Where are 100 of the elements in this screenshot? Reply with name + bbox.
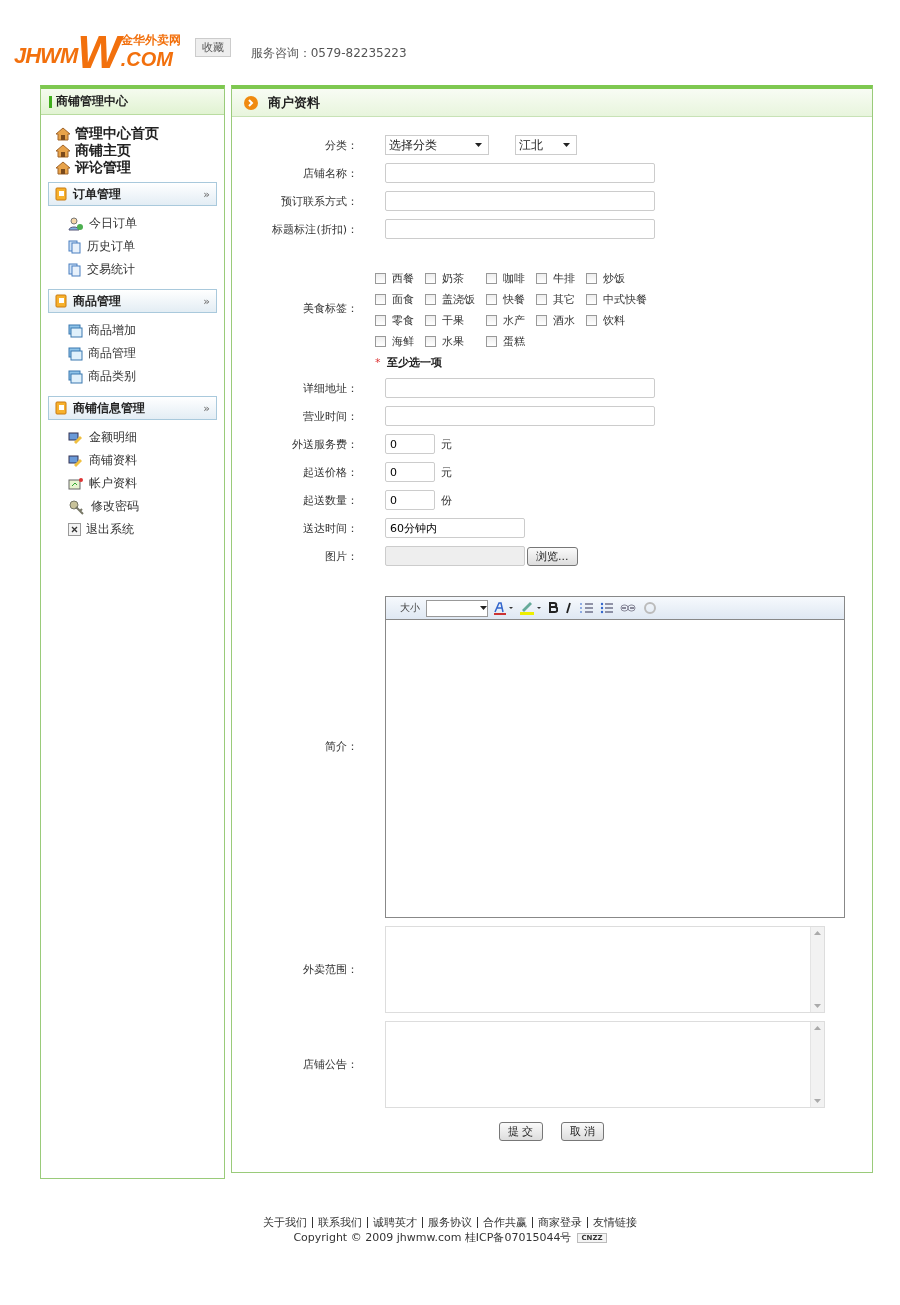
select-field[interactable]: 选择分类: [385, 135, 489, 155]
tag-checkbox[interactable]: 西餐: [375, 271, 425, 286]
group-title: 商品管理: [73, 292, 122, 310]
font-color-icon[interactable]: [494, 601, 514, 615]
cancel-button[interactable]: 取 消: [560, 1122, 604, 1141]
tag-checkbox[interactable]: 盖浇饭: [425, 292, 486, 307]
footer-link[interactable]: 友情链接: [587, 1217, 642, 1228]
form-label: 预订联系方式：: [280, 193, 358, 209]
link-icon[interactable]: [620, 601, 636, 615]
menu-item[interactable]: 商品类别: [68, 365, 224, 388]
tag-checkbox[interactable]: 面食: [375, 292, 425, 307]
tag-checkbox[interactable]: 干果: [425, 313, 486, 328]
bold-icon[interactable]: [548, 601, 558, 615]
form-label: 起送价格：: [302, 464, 358, 480]
tag-checkbox[interactable]: 酒水: [536, 313, 586, 328]
form-label: 外送服务费：: [291, 436, 358, 452]
footer-link[interactable]: 联系我们: [312, 1217, 367, 1228]
house-icon: [55, 143, 71, 158]
file-path-field[interactable]: [385, 546, 525, 566]
menu-item[interactable]: 商铺资料: [68, 449, 224, 472]
menu-item[interactable]: 商品管理: [68, 342, 224, 365]
card-icon: [68, 453, 84, 468]
expand-arrow: »: [203, 187, 210, 201]
scroll-up-icon[interactable]: [814, 1026, 821, 1030]
menu-group-header[interactable]: 商铺信息管理 »: [48, 396, 217, 420]
note-icon: [68, 476, 84, 491]
tag-checkbox[interactable]: 快餐: [486, 292, 536, 307]
scroll-up-icon[interactable]: [814, 931, 821, 935]
text-area[interactable]: [385, 1021, 825, 1108]
scroll-down-icon[interactable]: [814, 1004, 821, 1008]
document-icon: [68, 262, 82, 277]
highlight-icon[interactable]: [520, 601, 542, 615]
select-field[interactable]: 江北: [515, 135, 577, 155]
footer-link[interactable]: 诚聘英才: [367, 1217, 422, 1228]
browse-button[interactable]: 浏览...: [527, 546, 578, 566]
sidebar-link[interactable]: 管理中心首页: [55, 125, 224, 142]
close-icon: [68, 523, 81, 536]
footer-link[interactable]: 合作共赢: [477, 1217, 532, 1228]
scrollbar[interactable]: [810, 1022, 824, 1107]
document-icon: [68, 239, 82, 254]
rich-text-editor[interactable]: 大小: [385, 596, 845, 918]
input-field[interactable]: [385, 378, 655, 398]
footer-link[interactable]: 关于我们: [258, 1217, 312, 1228]
text-area[interactable]: [385, 926, 825, 1013]
tag-checkbox[interactable]: 其它: [536, 292, 586, 307]
tag-checkbox[interactable]: 蛋糕: [486, 334, 536, 349]
group-title: 商铺信息管理: [73, 399, 146, 417]
scroll-down-icon[interactable]: [814, 1099, 821, 1103]
unit-label: 元: [441, 436, 452, 452]
form-label: 简介：: [324, 738, 358, 754]
notebook-icon: [55, 187, 67, 201]
tag-checkbox[interactable]: 咖啡: [486, 271, 536, 286]
menu-item[interactable]: 退出系统: [68, 518, 224, 541]
size-label: 大小: [400, 601, 420, 615]
dropdown-caret-icon: [480, 606, 487, 610]
input-field[interactable]: 0: [385, 490, 435, 510]
input-field[interactable]: 60分钟内: [385, 518, 525, 538]
input-field[interactable]: 0: [385, 462, 435, 482]
submit-button[interactable]: 提 交: [499, 1122, 543, 1141]
menu-item[interactable]: 修改密码: [68, 495, 224, 518]
form-label: 送达时间：: [302, 520, 358, 536]
scrollbar[interactable]: [810, 927, 824, 1012]
panel-title: 商户资料: [268, 93, 320, 112]
input-field[interactable]: [385, 406, 655, 426]
input-field[interactable]: [385, 219, 655, 239]
hint-text: 至少选一项: [386, 355, 442, 370]
key-icon: [68, 498, 86, 515]
menu-item[interactable]: 交易统计: [68, 258, 224, 281]
tag-checkbox[interactable]: 海鲜: [375, 334, 425, 349]
footer-link[interactable]: 商家登录: [532, 1217, 587, 1228]
tag-checkbox[interactable]: 炒饭: [586, 271, 656, 286]
input-field[interactable]: [385, 163, 655, 183]
tag-checkbox[interactable]: 零食: [375, 313, 425, 328]
size-select[interactable]: [426, 599, 488, 617]
input-field[interactable]: [385, 191, 655, 211]
menu-item[interactable]: 商品增加: [68, 319, 224, 342]
sidebar-link[interactable]: 商铺主页: [55, 142, 224, 159]
bulleted-list-icon[interactable]: [600, 601, 614, 615]
window-icon: [68, 369, 83, 384]
bookmark-button[interactable]: 收藏: [194, 38, 231, 57]
menu-item[interactable]: 今日订单: [68, 212, 224, 235]
menu-item[interactable]: 历史订单: [68, 235, 224, 258]
arrow-circle-icon: [244, 95, 258, 110]
menu-group-header[interactable]: 商品管理 »: [48, 289, 217, 313]
tag-checkbox[interactable]: 水果: [425, 334, 486, 349]
menu-group-header[interactable]: 订单管理 »: [48, 182, 217, 206]
tag-checkbox[interactable]: 牛排: [536, 271, 586, 286]
menu-item[interactable]: 金额明细: [68, 426, 224, 449]
menu-item[interactable]: 帐户资料: [68, 472, 224, 495]
tag-checkbox[interactable]: 水产: [486, 313, 536, 328]
tag-checkbox[interactable]: 中式快餐: [586, 292, 656, 307]
form-label: 分类：: [324, 137, 358, 153]
italic-icon[interactable]: [564, 601, 574, 615]
input-field[interactable]: 0: [385, 434, 435, 454]
sidebar-link[interactable]: 评论管理: [55, 159, 224, 176]
numbered-list-icon[interactable]: [580, 601, 594, 615]
tag-checkbox[interactable]: 饮料: [586, 313, 656, 328]
tag-checkbox[interactable]: 奶茶: [425, 271, 486, 286]
form-label: 详细地址：: [302, 380, 358, 396]
footer-link[interactable]: 服务协议: [422, 1217, 477, 1228]
